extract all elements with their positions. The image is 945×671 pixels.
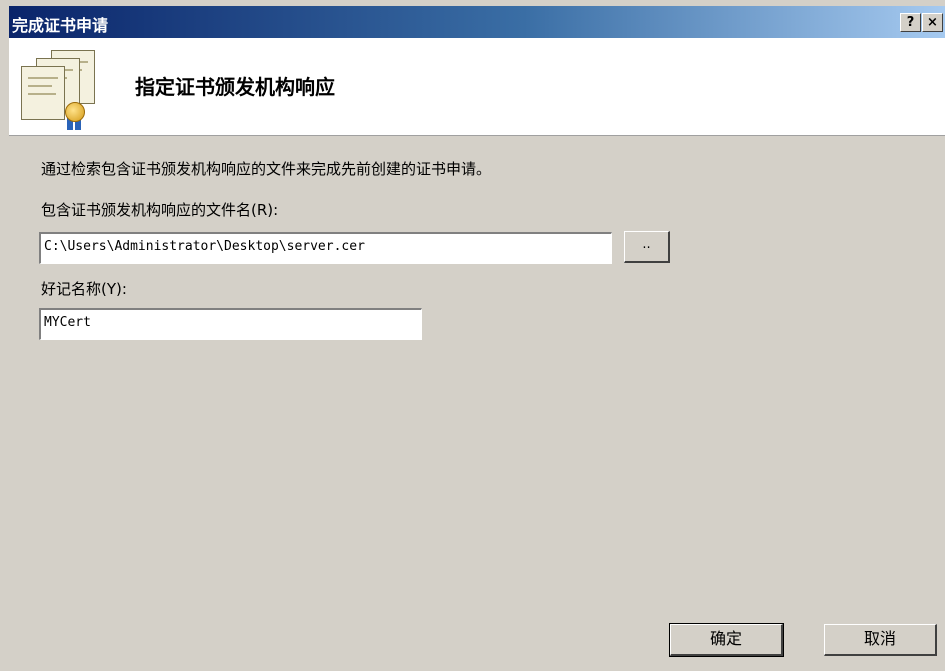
file-name-input[interactable]: C:\Users\Administrator\Desktop\server.ce… <box>39 232 612 264</box>
help-button[interactable]: ? <box>900 13 921 32</box>
cancel-button[interactable]: 取消 <box>824 624 937 656</box>
browse-button[interactable]: .. <box>624 231 670 263</box>
close-button[interactable]: × <box>922 13 943 32</box>
description-text: 通过检索包含证书颁发机构响应的文件来完成先前创建的证书申请。 <box>41 160 492 178</box>
page-title: 指定证书颁发机构响应 <box>135 75 335 99</box>
dialog-body: 通过检索包含证书颁发机构响应的文件来完成先前创建的证书申请。 包含证书颁发机构响… <box>9 136 945 671</box>
friendly-name-input[interactable]: MYCert <box>39 308 422 340</box>
file-name-label: 包含证书颁发机构响应的文件名(R): <box>41 201 279 219</box>
dialog-header: 指定证书颁发机构响应 <box>9 38 945 136</box>
title-bar[interactable]: 完成证书申请 ? × <box>9 6 945 38</box>
window-title: 完成证书申请 <box>12 16 109 35</box>
ok-button[interactable]: 确定 <box>669 623 784 657</box>
certificate-icon <box>21 50 111 130</box>
friendly-name-label: 好记名称(Y): <box>41 280 127 298</box>
